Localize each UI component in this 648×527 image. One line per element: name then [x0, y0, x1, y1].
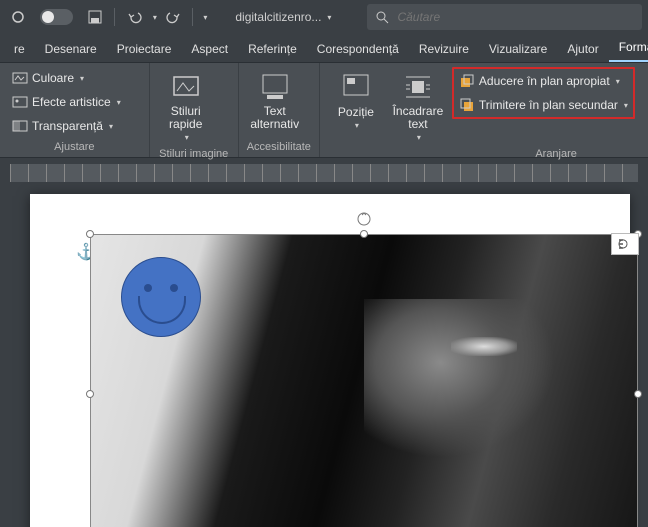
culoare-button[interactable]: Culoare▾ [8, 67, 125, 89]
group-accesibilitate: Text alternativ Accesibilitate [239, 63, 320, 157]
search-box[interactable] [367, 4, 642, 30]
highlighted-area: Aducere în plan apropiat▾ Trimitere în p… [452, 67, 635, 119]
alt-text-icon [259, 71, 291, 103]
group-stiluri: Stiluri rapide▾ Stiluri imagine [150, 63, 239, 157]
ribbon: Culoare▾ Efecte artistice▾ Transparență▾… [0, 62, 648, 158]
tab-ajutor[interactable]: Ajutor [557, 36, 608, 62]
trimitere-button[interactable]: Trimitere în plan secundar▾ [455, 94, 632, 116]
rotate-handle[interactable] [356, 211, 372, 227]
doc-title-chevron-icon[interactable]: ▾ [327, 13, 331, 22]
smiley-shape[interactable] [121, 257, 201, 337]
page[interactable]: ⚓ [30, 194, 630, 527]
group-label-aranjare: Aranjare [328, 146, 648, 160]
mini-buttons-2[interactable] [220, 67, 230, 77]
group-ajustare: Culoare▾ Efecte artistice▾ Transparență▾… [0, 63, 150, 157]
color-icon [12, 70, 28, 86]
undo-chevron-icon[interactable]: ▾ [153, 13, 157, 22]
incadrare-button[interactable]: Încadrare text▾ [390, 67, 446, 146]
pozitie-button[interactable]: Poziție▾ [328, 67, 384, 134]
efecte-button[interactable]: Efecte artistice▾ [8, 91, 125, 113]
tab-desenare[interactable]: Desenare [35, 36, 107, 62]
tab-proiectare[interactable]: Proiectare [107, 36, 182, 62]
undo-icon[interactable] [123, 5, 147, 29]
text-alternativ-button[interactable]: Text alternativ [247, 67, 303, 135]
qat-more-icon[interactable]: ▾ [203, 13, 207, 22]
styles-icon [170, 71, 202, 103]
stiluri-rapide-button[interactable]: Stiluri rapide▾ [158, 67, 214, 146]
layout-options-button[interactable] [611, 233, 639, 255]
search-icon [375, 10, 389, 24]
group-label-acces: Accesibilitate [247, 139, 311, 153]
inserted-photo[interactable] [91, 235, 637, 527]
wrap-icon [402, 71, 434, 103]
group-label-ajustare: Ajustare [8, 139, 141, 153]
resize-handle[interactable] [86, 390, 94, 398]
tab-aspect[interactable]: Aspect [181, 36, 238, 62]
tab-0[interactable]: re [4, 36, 35, 62]
horizontal-ruler[interactable] [10, 164, 638, 182]
mini-buttons-1[interactable] [131, 67, 141, 77]
autosave-icon [6, 5, 30, 29]
ribbon-tabs: re Desenare Proiectare Aspect Referințe … [0, 34, 648, 62]
resize-handle[interactable] [86, 230, 94, 238]
image-selection[interactable] [90, 234, 638, 527]
title-bar: ▾ ▾ digitalcitizenro... ▾ [0, 0, 648, 34]
effects-icon [12, 94, 28, 110]
tab-vizualizare[interactable]: Vizualizare [479, 36, 557, 62]
aducere-button[interactable]: Aducere în plan apropiat▾ [455, 70, 632, 92]
document-title: digitalcitizenro... [235, 10, 321, 24]
save-icon[interactable] [83, 5, 107, 29]
send-backward-icon [459, 97, 475, 113]
tab-referinte[interactable]: Referințe [238, 36, 307, 62]
resize-handle[interactable] [360, 230, 368, 238]
tab-format-imagine[interactable]: Format imagine [609, 34, 648, 62]
tab-revizuire[interactable]: Revizuire [409, 36, 479, 62]
tab-corespondenta[interactable]: Corespondență [307, 36, 409, 62]
document-area: ⚓ [0, 182, 648, 527]
autosave-toggle[interactable] [40, 9, 73, 25]
group-aranjare: Poziție▾ Încadrare text▾ Aducere în plan… [320, 63, 648, 157]
redo-icon[interactable] [161, 5, 185, 29]
transparenta-button[interactable]: Transparență▾ [8, 115, 125, 137]
group-label-stiluri: Stiluri imagine [158, 146, 230, 160]
position-icon [340, 71, 372, 103]
resize-handle[interactable] [634, 390, 642, 398]
search-input[interactable] [397, 10, 634, 24]
bring-forward-icon [459, 73, 475, 89]
transparency-icon [12, 118, 28, 134]
